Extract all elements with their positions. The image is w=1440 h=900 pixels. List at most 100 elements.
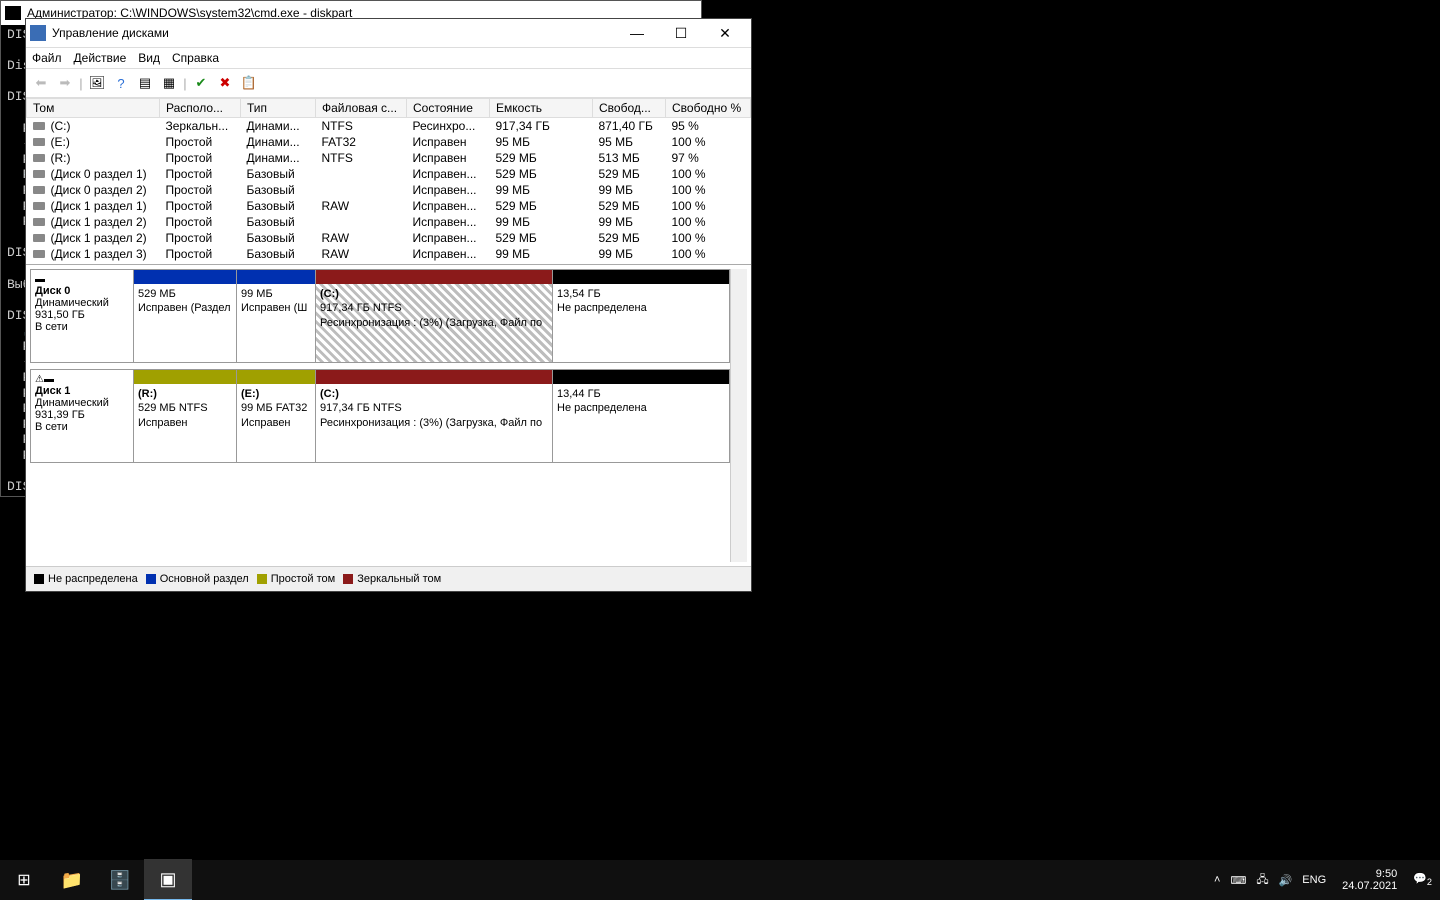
disk-status: В сети [35,321,129,333]
close-button[interactable]: ✕ [703,20,747,46]
menu-help[interactable]: Справка [172,51,219,65]
col-free[interactable]: Свобод... [593,99,666,118]
cell-free: 529 МБ [593,230,666,246]
disk-header[interactable]: ⚠▬ Диск 1 Динамический 931,39 ГБ В сети [31,370,134,462]
cell-fs: RAW [316,246,407,262]
partition-unallocated[interactable]: 13,44 ГБНе распределена [553,370,729,462]
taskbar: ⊞ 📁 🗄️ ▣ ˄ ⌨ 🖧 🔊 ENG 9:50 24.07.2021 💬2 [0,860,1440,900]
table-row[interactable]: (E:)ПростойДинами...FAT32Исправен95 МБ95… [27,134,751,150]
grid-button[interactable]: ▦ [158,72,180,94]
delete-button[interactable]: ✖ [214,72,236,94]
menu-file[interactable]: Файл [32,51,62,65]
cell-percent: 100 % [666,182,751,198]
disk-size: 931,50 ГБ [35,309,129,321]
col-percent[interactable]: Свободно % [666,99,751,118]
cell-percent: 100 % [666,166,751,182]
task-explorer[interactable]: 📁 [48,860,96,900]
cell-volume: (Диск 1 раздел 3) [27,246,160,262]
menu-action[interactable]: Действие [74,51,127,65]
table-row[interactable]: (C:)Зеркальн...Динами...NTFSРесинхро...9… [27,118,751,135]
list-button[interactable]: ▤ [134,72,156,94]
system-tray[interactable]: ˄ ⌨ 🖧 🔊 ENG 9:50 24.07.2021 💬2 [1206,868,1440,892]
col-type[interactable]: Тип [241,99,316,118]
notifications-icon[interactable]: 💬2 [1413,872,1432,887]
toolbar: ⬅ ➡ | 🖼 ? ▤ ▦ | ✔ ✖ 📋 [26,69,751,98]
partition-color [316,370,552,384]
partition[interactable]: 529 МБИсправен (Раздел [134,270,237,362]
cell-volume: (Диск 1 раздел 1) [27,198,160,214]
clock-time: 9:50 [1342,868,1397,880]
cell-status: Исправен... [407,246,490,262]
cell-capacity: 529 МБ [490,150,593,166]
volume-list[interactable]: Том Располо... Тип Файловая с... Состоян… [26,98,751,265]
table-row[interactable]: (Диск 0 раздел 1)ПростойБазовыйИсправен.… [27,166,751,182]
tray-up-icon[interactable]: ˄ [1214,874,1220,886]
legend-swatch-primary [146,574,156,584]
col-capacity[interactable]: Емкость [490,99,593,118]
table-row[interactable]: (Диск 1 раздел 3)ПростойБазовыйRAWИсправ… [27,246,751,262]
forward-button[interactable]: ➡ [54,72,76,94]
cell-type: Базовый [241,214,316,230]
cell-status: Исправен [407,134,490,150]
col-status[interactable]: Состояние [407,99,490,118]
volume-table: Том Располо... Тип Файловая с... Состоян… [26,98,751,262]
cell-capacity: 529 МБ [490,230,593,246]
col-volume[interactable]: Том [27,99,160,118]
table-row[interactable]: (Диск 1 раздел 2)ПростойБазовыйRAWИсправ… [27,230,751,246]
partition-color [553,370,729,384]
maximize-button[interactable]: ☐ [659,20,703,46]
cell-volume: (Диск 0 раздел 1) [27,166,160,182]
col-layout[interactable]: Располо... [160,99,241,118]
partition-color [237,370,315,384]
properties-button[interactable]: 📋 [238,72,260,94]
partition-e[interactable]: (E:)99 МБ FAT32Исправен [237,370,316,462]
titlebar[interactable]: Управление дисками — ☐ ✕ [26,19,751,48]
clock[interactable]: 9:50 24.07.2021 [1336,868,1403,892]
refresh-button[interactable]: 🖼 [86,72,108,94]
cmd-icon [5,6,21,20]
cell-free: 95 МБ [593,134,666,150]
partition-c[interactable]: (C:)917,34 ГБ NTFSРесинхронизация : (3%)… [316,370,553,462]
cell-status: Исправен... [407,166,490,182]
task-cmd[interactable]: ▣ [144,859,192,900]
task-diskmgmt[interactable]: 🗄️ [96,860,144,900]
help-button[interactable]: ? [110,72,132,94]
cell-percent: 100 % [666,230,751,246]
cell-capacity: 99 МБ [490,246,593,262]
disk-header[interactable]: ▬ Диск 0 Динамический 931,50 ГБ В сети [31,270,134,362]
keyboard-icon[interactable]: ⌨ [1230,874,1246,887]
col-fs[interactable]: Файловая с... [316,99,407,118]
menu-view[interactable]: Вид [138,51,160,65]
start-button[interactable]: ⊞ [0,860,48,900]
disk-row[interactable]: ▬ Диск 0 Динамический 931,50 ГБ В сети 5… [30,269,730,363]
cell-fs [316,182,407,198]
minimize-button[interactable]: — [615,20,659,46]
table-row[interactable]: (Диск 1 раздел 2)ПростойБазовыйИсправен.… [27,214,751,230]
action-button[interactable]: ✔ [190,72,212,94]
partition-c[interactable]: (C:)917,34 ГБ NTFSРесинхронизация : (3%)… [316,270,553,362]
network-icon[interactable]: 🖧 [1256,871,1268,890]
cell-capacity: 917,34 ГБ [490,118,593,135]
cell-volume: (Диск 1 раздел 2) [27,214,160,230]
partition-r[interactable]: (R:)529 МБ NTFSИсправен [134,370,237,462]
table-row[interactable]: (Диск 1 раздел 1)ПростойБазовыйRAWИсправ… [27,198,751,214]
disk-name: Диск 1 [35,385,129,397]
partition[interactable]: 99 МБИсправен (Ш [237,270,316,362]
partition-unallocated[interactable]: 13,54 ГБНе распределена [553,270,729,362]
disk-partitions: 529 МБИсправен (Раздел 99 МБИсправен (Ш … [134,270,729,362]
cell-layout: Простой [160,166,241,182]
cell-type: Динами... [241,150,316,166]
cell-volume: (E:) [27,134,160,150]
language-indicator[interactable]: ENG [1302,874,1326,886]
cell-status: Ресинхро... [407,118,490,135]
table-row[interactable]: (Диск 0 раздел 2)ПростойБазовыйИсправен.… [27,182,751,198]
cell-layout: Зеркальн... [160,118,241,135]
back-button[interactable]: ⬅ [30,72,52,94]
cell-free: 99 МБ [593,214,666,230]
table-row[interactable]: (R:)ПростойДинами...NTFSИсправен529 МБ51… [27,150,751,166]
volume-icon[interactable]: 🔊 [1279,874,1293,887]
disk-row[interactable]: ⚠▬ Диск 1 Динамический 931,39 ГБ В сети … [30,369,730,463]
cell-volume: (Диск 0 раздел 2) [27,182,160,198]
cell-layout: Простой [160,150,241,166]
scrollbar[interactable] [730,269,747,562]
